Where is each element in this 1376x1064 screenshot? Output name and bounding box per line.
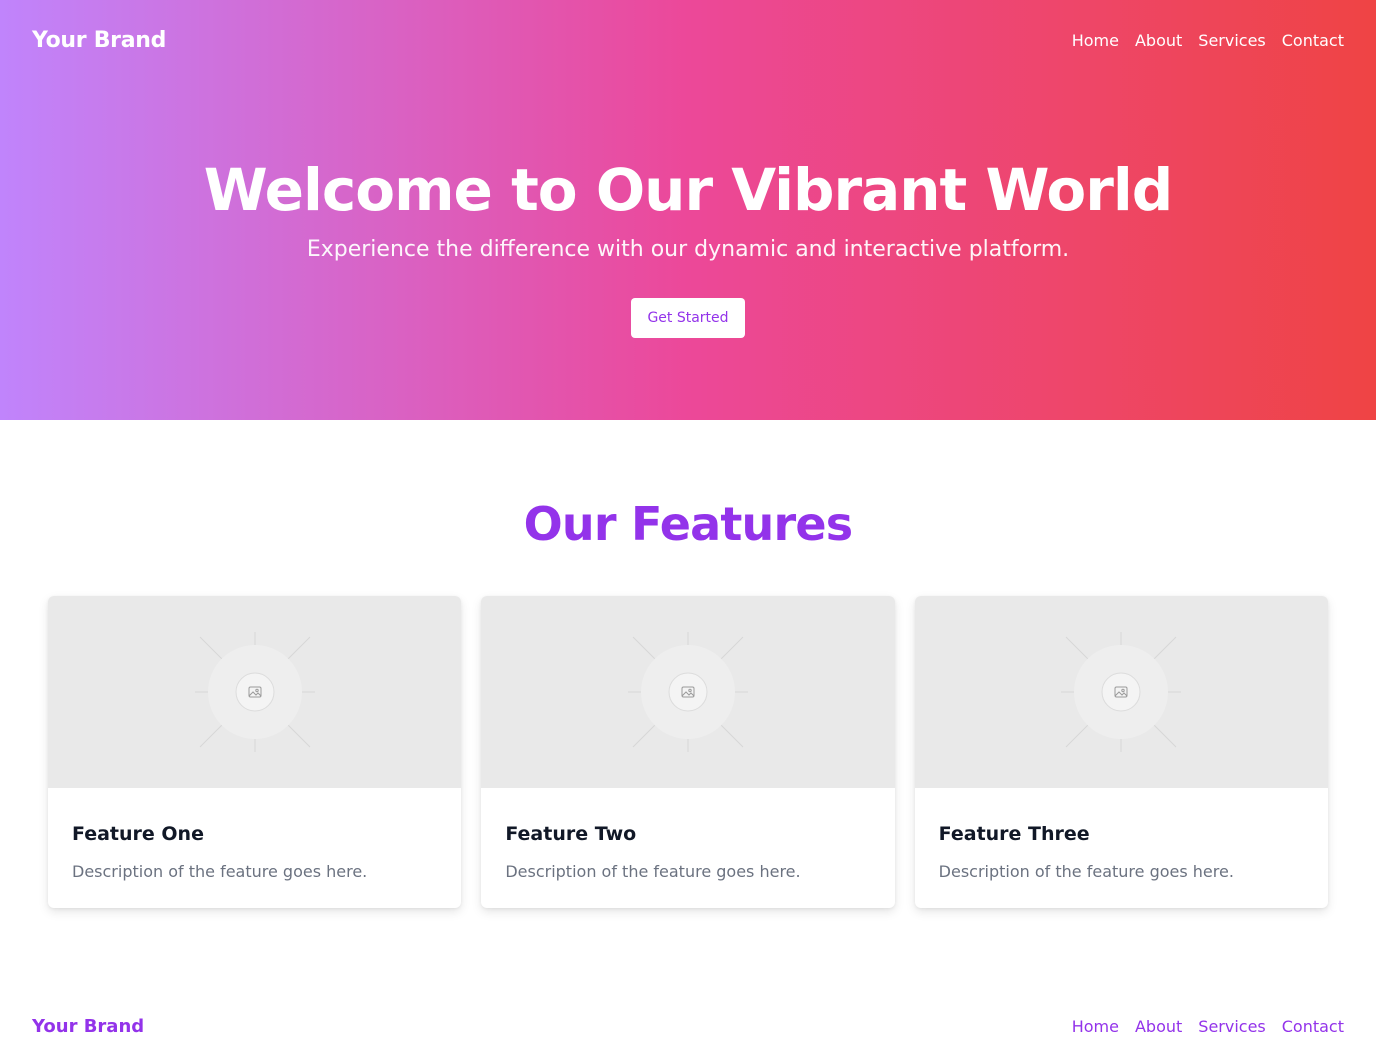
features-section: Our Features Feature One Description of … bbox=[0, 420, 1376, 908]
footer-link-about[interactable]: About bbox=[1135, 1017, 1182, 1036]
image-placeholder-icon bbox=[627, 632, 748, 752]
top-nav-links: Home About Services Contact bbox=[1072, 31, 1344, 50]
feature-card-description: Description of the feature goes here. bbox=[72, 862, 368, 881]
feature-card-title: Feature Two bbox=[505, 823, 637, 845]
feature-card: Feature Three Description of the feature… bbox=[914, 596, 1328, 908]
nav-link-contact[interactable]: Contact bbox=[1282, 31, 1344, 50]
footer-nav-links: Home About Services Contact bbox=[1072, 1017, 1344, 1036]
feature-image-placeholder bbox=[481, 596, 895, 788]
feature-card-body: Feature Two Description of the feature g… bbox=[481, 788, 894, 884]
feature-card-title: Feature One bbox=[72, 823, 204, 845]
nav-link-services[interactable]: Services bbox=[1198, 31, 1265, 50]
hero-section: Your Brand Home About Services Contact W… bbox=[0, 0, 1376, 420]
nav-link-home[interactable]: Home bbox=[1072, 31, 1119, 50]
footer-link-home[interactable]: Home bbox=[1072, 1017, 1119, 1036]
footer-link-services[interactable]: Services bbox=[1198, 1017, 1265, 1036]
feature-card-description: Description of the feature goes here. bbox=[505, 862, 801, 881]
hero-content: Welcome to Our Vibrant World Experience … bbox=[0, 150, 1376, 338]
feature-card-body: Feature One Description of the feature g… bbox=[48, 788, 461, 884]
features-title: Our Features bbox=[523, 497, 854, 551]
top-navbar: Your Brand Home About Services Contact bbox=[0, 0, 1376, 80]
footer-brand[interactable]: Your Brand bbox=[32, 1016, 144, 1037]
feature-image-placeholder bbox=[914, 596, 1328, 788]
feature-card-description: Description of the feature goes here. bbox=[938, 862, 1234, 881]
feature-cards: Feature One Description of the feature g… bbox=[0, 596, 1376, 908]
feature-card-title: Feature Three bbox=[938, 823, 1090, 845]
nav-link-about[interactable]: About bbox=[1135, 31, 1182, 50]
footer: Your Brand Home About Services Contact bbox=[0, 1004, 1376, 1048]
feature-card: Feature Two Description of the feature g… bbox=[481, 596, 895, 908]
get-started-button[interactable]: Get Started bbox=[631, 298, 745, 338]
image-placeholder-icon bbox=[1061, 632, 1182, 752]
feature-image-placeholder bbox=[48, 596, 462, 788]
hero-subtitle: Experience the difference with our dynam… bbox=[306, 237, 1070, 262]
footer-link-contact[interactable]: Contact bbox=[1282, 1017, 1344, 1036]
feature-card-body: Feature Three Description of the feature… bbox=[915, 788, 1328, 884]
image-placeholder-icon bbox=[194, 632, 315, 752]
brand-logo[interactable]: Your Brand bbox=[32, 28, 166, 53]
feature-card: Feature One Description of the feature g… bbox=[48, 596, 462, 908]
hero-title: Welcome to Our Vibrant World bbox=[203, 156, 1173, 224]
